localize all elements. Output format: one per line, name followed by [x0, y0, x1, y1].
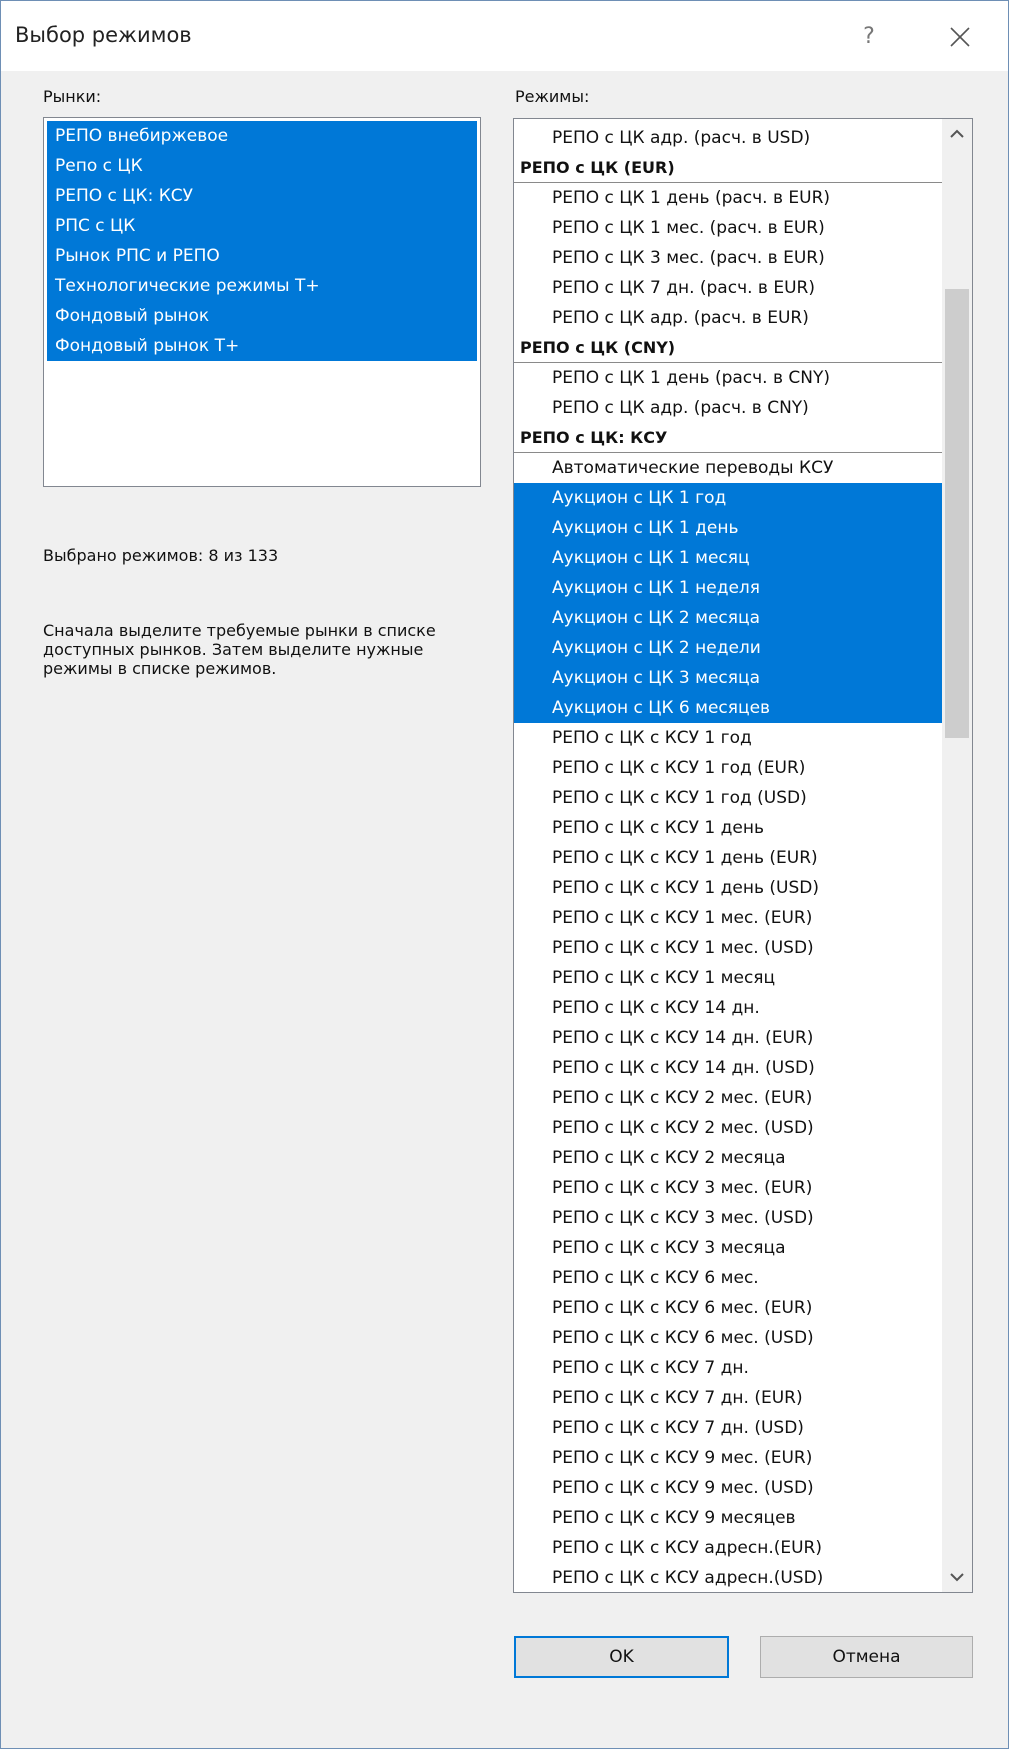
market-item[interactable]: Рынок РПС и РЕПО [47, 241, 477, 271]
modes-list: РЕПО с ЦК адр. (расч. в USD) РЕПО с ЦК (E… [514, 123, 942, 1592]
close-icon [950, 27, 970, 47]
mode-item[interactable]: РЕПО с ЦК с КСУ 2 месяца [514, 1143, 942, 1173]
mode-item[interactable]: Аукцион с ЦК 1 неделя [514, 573, 942, 603]
close-button[interactable] [939, 19, 979, 55]
scroll-down-button[interactable] [942, 1562, 972, 1592]
mode-item[interactable]: РЕПО с ЦК с КСУ адресн.(USD) [514, 1563, 942, 1592]
market-item[interactable]: РПС с ЦК [47, 211, 477, 241]
mode-item[interactable]: РЕПО с ЦК с КСУ 14 дн. (EUR) [514, 1023, 942, 1053]
mode-item[interactable]: РЕПО с ЦК с КСУ 7 дн. (EUR) [514, 1383, 942, 1413]
market-item[interactable]: РЕПО с ЦК: КСУ [47, 181, 477, 211]
ok-button[interactable]: OK [514, 1636, 729, 1678]
selected-count-text: Выбрано режимов: 8 из 133 [43, 546, 279, 565]
mode-item[interactable]: РЕПО с ЦК с КСУ адресн.(EUR) [514, 1533, 942, 1563]
mode-item[interactable]: РЕПО с ЦК с КСУ 7 дн. (USD) [514, 1413, 942, 1443]
scroll-up-button[interactable] [942, 119, 972, 149]
mode-item[interactable]: РЕПО с ЦК с КСУ 7 дн. [514, 1353, 942, 1383]
mode-item[interactable]: РЕПО с ЦК с КСУ 3 месяца [514, 1233, 942, 1263]
mode-item[interactable]: РЕПО с ЦК с КСУ 1 мес. (EUR) [514, 903, 942, 933]
mode-item[interactable]: РЕПО с ЦК с КСУ 9 мес. (EUR) [514, 1443, 942, 1473]
mode-item[interactable]: Аукцион с ЦК 3 месяца [514, 663, 942, 693]
mode-item[interactable]: РЕПО с ЦК с КСУ 6 мес. (USD) [514, 1323, 942, 1353]
markets-listbox[interactable]: РЕПО внебиржевое Репо с ЦК РЕПО с ЦК: КСУ Р… [43, 117, 481, 487]
mode-item[interactable]: Аукцион с ЦК 2 недели [514, 633, 942, 663]
chevron-up-icon [950, 129, 964, 138]
modes-listbox[interactable]: РЕПО с ЦК адр. (расч. в USD) РЕПО с ЦК (E… [513, 118, 973, 1593]
cancel-button[interactable]: Отмена [760, 1636, 973, 1678]
mode-item[interactable]: Аукцион с ЦК 2 месяца [514, 603, 942, 633]
market-item[interactable]: Репо с ЦК [47, 151, 477, 181]
mode-item[interactable]: Аукцион с ЦК 6 месяцев [514, 693, 942, 723]
mode-item[interactable]: РЕПО с ЦК с КСУ 6 мес. (EUR) [514, 1293, 942, 1323]
mode-item[interactable]: РЕПО с ЦК с КСУ 1 год [514, 723, 942, 753]
mode-selection-dialog: Выбор режимов ? Рынки: РЕПО внебиржевое Р… [0, 0, 1009, 1749]
mode-item[interactable]: РЕПО с ЦК с КСУ 2 мес. (USD) [514, 1113, 942, 1143]
mode-item[interactable]: РЕПО с ЦК 3 мес. (расч. в EUR) [514, 243, 942, 273]
window-title: Выбор режимов [15, 23, 192, 47]
scroll-thumb[interactable] [945, 289, 969, 738]
mode-group-header: РЕПО с ЦК: КСУ [514, 423, 942, 453]
mode-item[interactable]: РЕПО с ЦК с КСУ 6 мес. [514, 1263, 942, 1293]
mode-item[interactable]: Аукцион с ЦК 1 месяц [514, 543, 942, 573]
title-bar: Выбор режимов ? [1, 1, 1008, 71]
mode-item[interactable]: Аукцион с ЦК 1 день [514, 513, 942, 543]
mode-group-header: РЕПО с ЦК (EUR) [514, 153, 942, 183]
mode-item[interactable]: РЕПО с ЦК с КСУ 1 день (USD) [514, 873, 942, 903]
mode-item[interactable]: РЕПО с ЦК с КСУ 1 месяц [514, 963, 942, 993]
chevron-down-icon [950, 1573, 964, 1582]
mode-item[interactable]: РЕПО с ЦК с КСУ 2 мес. (EUR) [514, 1083, 942, 1113]
market-item[interactable]: РЕПО внебиржевое [47, 121, 477, 151]
modes-scrollbar[interactable] [942, 119, 972, 1592]
mode-item[interactable]: РЕПО с ЦК с КСУ 1 день (EUR) [514, 843, 942, 873]
market-item[interactable]: Технологические режимы Т+ [47, 271, 477, 301]
markets-label: Рынки: [43, 87, 102, 106]
mode-item[interactable]: РЕПО с ЦК с КСУ 1 год (EUR) [514, 753, 942, 783]
mode-item[interactable]: РЕПО с ЦК с КСУ 14 дн. [514, 993, 942, 1023]
mode-item[interactable]: РЕПО с ЦК с КСУ 3 мес. (USD) [514, 1203, 942, 1233]
mode-item[interactable]: Аукцион с ЦК 1 год [514, 483, 942, 513]
mode-group-header: РЕПО с ЦК (CNY) [514, 333, 942, 363]
mode-item[interactable]: Автоматические переводы КСУ [514, 453, 942, 483]
mode-item[interactable]: РЕПО с ЦК 1 мес. (расч. в EUR) [514, 213, 942, 243]
mode-item[interactable]: РЕПО с ЦК с КСУ 9 месяцев [514, 1503, 942, 1533]
mode-item[interactable]: РЕПО с ЦК с КСУ 1 день [514, 813, 942, 843]
mode-item[interactable]: РЕПО с ЦК с КСУ 9 мес. (USD) [514, 1473, 942, 1503]
mode-item[interactable]: РЕПО с ЦК с КСУ 14 дн. (USD) [514, 1053, 942, 1083]
modes-label: Режимы: [515, 87, 590, 106]
mode-item[interactable]: РЕПО с ЦК адр. (расч. в CNY) [514, 393, 942, 423]
mode-item[interactable]: РЕПО с ЦК с КСУ 3 мес. (EUR) [514, 1173, 942, 1203]
mode-item[interactable]: РЕПО с ЦК с КСУ 1 мес. (USD) [514, 933, 942, 963]
mode-item[interactable]: РЕПО с ЦК с КСУ 1 год (USD) [514, 783, 942, 813]
mode-item[interactable]: РЕПО с ЦК 1 день (расч. в EUR) [514, 183, 942, 213]
mode-item[interactable]: РЕПО с ЦК 7 дн. (расч. в EUR) [514, 273, 942, 303]
mode-item[interactable]: РЕПО с ЦК 1 день (расч. в CNY) [514, 363, 942, 393]
market-item[interactable]: Фондовый рынок [47, 301, 477, 331]
help-button[interactable]: ? [849, 21, 889, 53]
hint-text: Сначала выделите требуемые рынки в списк… [43, 621, 436, 678]
mode-item[interactable]: РЕПО с ЦК адр. (расч. в EUR) [514, 303, 942, 333]
mode-item[interactable]: РЕПО с ЦК адр. (расч. в USD) [514, 123, 942, 153]
market-item[interactable]: Фондовый рынок Т+ [47, 331, 477, 361]
